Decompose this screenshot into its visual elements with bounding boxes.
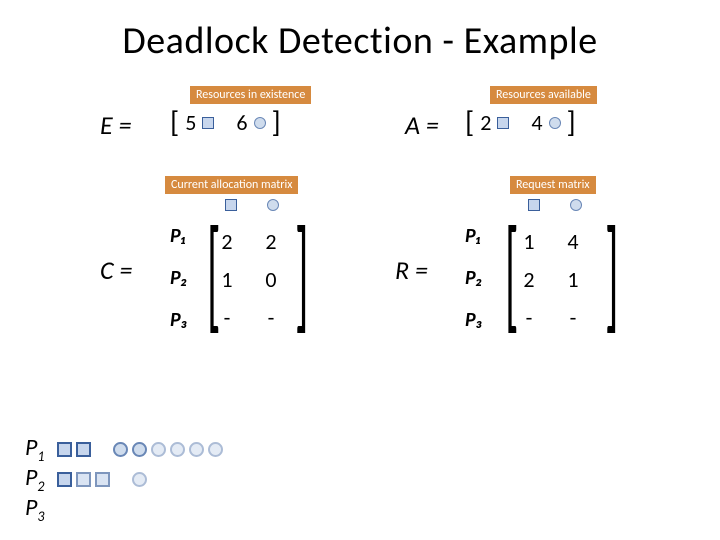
process-allocation-visual: P1 P2 P3 (25, 434, 223, 524)
process-row-p2: P2 (25, 464, 223, 494)
resource-type-b-icon (208, 442, 223, 457)
vector-E-label: E = (100, 109, 132, 141)
resource-type-a-icon (225, 199, 237, 211)
resource-type-a-icon (528, 199, 540, 211)
diagram-area: E = Resources in existence [ 5 6 ] A = R… (0, 64, 720, 524)
process-row-p3: P3 (25, 494, 223, 524)
resource-type-b-icon (132, 442, 147, 457)
vector-A: [ 2 4 ] (465, 104, 576, 141)
resource-type-b-icon (170, 442, 185, 457)
resource-type-a-icon (202, 117, 214, 129)
resource-type-a-icon (76, 472, 91, 487)
matrix-R-col-icons (528, 199, 582, 211)
resource-type-b-icon (151, 442, 166, 457)
resource-type-b-icon (132, 472, 147, 487)
matrix-R-row-labels: P₁ P₂ P₃ (465, 224, 482, 332)
resource-type-a-icon (95, 472, 110, 487)
resource-type-b-icon (113, 442, 128, 457)
matrix-C-col-icons (225, 199, 279, 211)
resource-type-b-icon (189, 442, 204, 457)
matrix-R-label: R = (395, 254, 428, 286)
resource-type-a-icon (76, 442, 91, 457)
process-row-p1: P1 (25, 434, 223, 464)
current-allocation-label: Current allocation matrix (165, 174, 298, 194)
matrix-C: 2 2 1 0 - - (218, 222, 280, 336)
matrix-C-label: C = (100, 254, 132, 286)
vector-A-label: A = (405, 109, 439, 141)
matrix-C-row-labels: P₁ P₂ P₃ (170, 224, 187, 332)
vector-E: [ 5 6 ] (170, 104, 281, 141)
resource-type-b-icon (570, 199, 582, 211)
matrix-R: 1 4 2 1 - - (520, 222, 582, 336)
resource-type-b-icon (267, 199, 279, 211)
request-matrix-label: Request matrix (510, 174, 596, 194)
resources-existence-label: Resources in existence (190, 84, 311, 104)
resource-type-b-icon (549, 117, 561, 129)
resource-type-b-icon (254, 117, 266, 129)
resource-type-a-icon (497, 117, 509, 129)
resource-type-a-icon (57, 442, 72, 457)
page-title: Deadlock Detection - Example (0, 0, 720, 64)
resources-available-label: Resources available (490, 84, 597, 104)
resource-type-a-icon (57, 472, 72, 487)
